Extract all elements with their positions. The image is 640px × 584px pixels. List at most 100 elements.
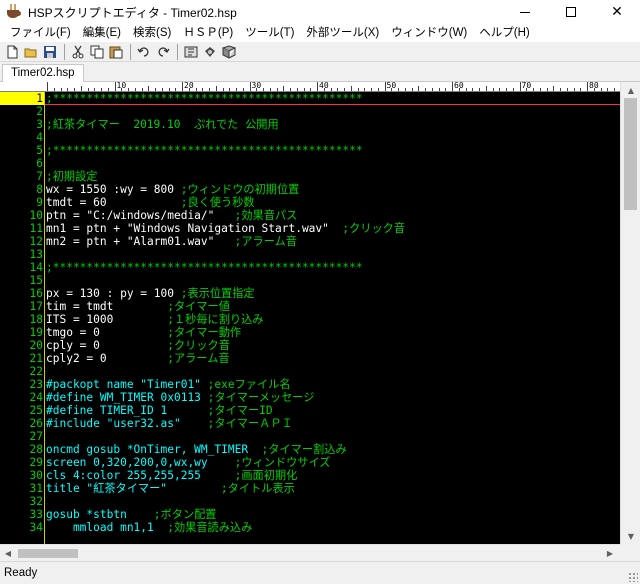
ruler-tick — [533, 88, 534, 91]
menu-external-tools[interactable]: 外部ツール(X) — [300, 24, 385, 42]
code-line: 33 gosub *stbtn ;ボタン配置 — [0, 508, 620, 521]
scroll-down-icon[interactable]: ▼ — [621, 528, 640, 544]
code-editor[interactable]: 1 ;**************************************… — [0, 92, 620, 544]
new-file-icon — [7, 45, 18, 58]
code-text: tim = tmdt ;タイマー値 — [46, 300, 230, 313]
menu-tools[interactable]: ツール(T) — [239, 24, 300, 42]
scroll-up-icon[interactable]: ▲ — [621, 82, 640, 98]
code-line: 27 — [0, 430, 620, 443]
code-line: 15 — [0, 274, 620, 287]
code-line: 24 #define WM_TIMER 0x0113 ;タイマーメッセージ — [0, 391, 620, 404]
code-line: 18 ITS = 1000 ;１秒毎に割り込み — [0, 313, 620, 326]
ruler-tick — [182, 82, 183, 91]
minimize-button[interactable] — [502, 0, 548, 24]
code-text: mmload mn1,1 ;効果音読み込み — [46, 521, 253, 534]
code-line: 7 ;初期設定 — [0, 170, 620, 183]
settings-button[interactable] — [201, 43, 219, 61]
menu-file[interactable]: ファイル(F) — [4, 24, 77, 42]
ruler-tick — [377, 88, 379, 91]
ruler-tick — [411, 88, 413, 91]
line-number: 24 — [29, 391, 43, 404]
dictionary-button[interactable] — [220, 43, 238, 61]
maximize-button[interactable] — [548, 0, 594, 24]
line-number: 27 — [29, 430, 43, 443]
line-number: 23 — [29, 378, 43, 391]
code-text: title "紅茶タイマー" ;タイトル表示 — [46, 482, 295, 495]
ruler-tick — [249, 82, 251, 91]
ruler-tick — [452, 82, 453, 91]
vertical-scrollbar[interactable]: ▲ ▼ — [620, 82, 640, 544]
redo-button[interactable] — [154, 43, 172, 61]
line-number: 8 — [36, 183, 43, 196]
cut-icon — [72, 45, 84, 58]
undo-button[interactable] — [135, 43, 153, 61]
code-text: tmdt = 60 ;良く使う秒数 — [46, 196, 255, 209]
scroll-right-icon[interactable]: ▶ — [602, 545, 618, 561]
menu-window[interactable]: ウィンドウ(W) — [385, 24, 473, 42]
scroll-left-icon[interactable]: ◀ — [0, 545, 16, 561]
ruler-tick — [263, 88, 264, 91]
ruler-tick — [94, 88, 96, 91]
ruler-label: 40 — [319, 82, 329, 90]
ruler-tick — [80, 86, 82, 91]
resize-grip-icon[interactable] — [628, 572, 638, 582]
toolbar-separator — [64, 43, 65, 60]
line-number: 32 — [29, 495, 43, 508]
line-number: 18 — [29, 313, 43, 326]
horizontal-scrollbar[interactable]: ◀ ▶ — [0, 544, 620, 561]
code-line: 28 oncmd gosub *OnTimer, WM_TIMER ;タイマー割込… — [0, 443, 620, 456]
ruler-tick — [67, 88, 69, 91]
code-text: mn2 = ptn + "Alarm01.wav" ;アラーム音 — [46, 235, 297, 248]
ruler-tick — [175, 88, 177, 91]
cut-button[interactable] — [69, 43, 87, 61]
menu-bar: ファイル(F) 編集(E) 検索(S) ＨＳＰ(P) ツール(T) 外部ツール(… — [0, 24, 640, 42]
code-text: ptn = "C:/windows/media/" ;効果音パス — [46, 209, 298, 222]
open-button[interactable] — [22, 43, 40, 61]
code-text: ;***************************************… — [46, 261, 363, 274]
menu-edit[interactable]: 編集(E) — [77, 24, 127, 42]
code-text: ;初期設定 — [46, 170, 98, 183]
code-line: 13 — [0, 248, 620, 261]
ruler-tick — [317, 82, 318, 91]
tab-timer02[interactable]: Timer02.hsp — [2, 64, 84, 83]
menu-help[interactable]: ヘルプ(H) — [473, 24, 535, 42]
menu-search[interactable]: 検索(S) — [127, 24, 177, 42]
line-number: 5 — [36, 144, 43, 157]
code-line: 17 tim = tmdt ;タイマー値 — [0, 300, 620, 313]
copy-icon — [90, 45, 104, 58]
close-button[interactable]: ✕ — [594, 0, 640, 24]
ruler-tick — [161, 88, 163, 91]
copy-button[interactable] — [88, 43, 106, 61]
ruler-tick — [222, 88, 224, 91]
line-number: 2 — [36, 105, 43, 118]
ruler-tick — [350, 86, 352, 91]
code-text: gosub *stbtn ;ボタン配置 — [46, 508, 217, 521]
ruler-tick — [492, 88, 494, 91]
save-button[interactable] — [41, 43, 59, 61]
code-line: 22 — [0, 365, 620, 378]
ruler-tick — [74, 88, 75, 91]
title-bar[interactable]: HSPスクリプトエディタ - Timer02.hsp ✕ — [0, 0, 640, 24]
ruler-tick — [445, 88, 447, 91]
run-button[interactable] — [182, 43, 200, 61]
line-number: 12 — [29, 235, 43, 248]
code-line: 25 #define TIMER_ID 1 ;タイマーID — [0, 404, 620, 417]
new-file-button[interactable] — [3, 43, 21, 61]
undo-icon — [137, 46, 149, 57]
vertical-scroll-thumb[interactable] — [624, 98, 637, 210]
ruler-tick — [114, 82, 116, 91]
window-title: HSPスクリプトエディタ - Timer02.hsp — [28, 5, 237, 20]
menu-hsp[interactable]: ＨＳＰ(P) — [177, 24, 239, 42]
run-icon — [184, 46, 198, 57]
ruler-tick — [344, 88, 345, 91]
line-number: 13 — [29, 248, 43, 261]
ruler-tick — [148, 86, 150, 91]
ruler-tick — [229, 88, 231, 91]
column-ruler: 10 20 30 40 50 60 70 80 — [45, 82, 620, 92]
paste-button[interactable] — [107, 43, 125, 61]
ruler-label: 70 — [521, 82, 532, 90]
ruler-label: 80 — [589, 82, 599, 90]
ruler-tick — [560, 88, 561, 91]
line-number: 4 — [36, 131, 43, 144]
horizontal-scroll-thumb[interactable] — [18, 549, 78, 558]
